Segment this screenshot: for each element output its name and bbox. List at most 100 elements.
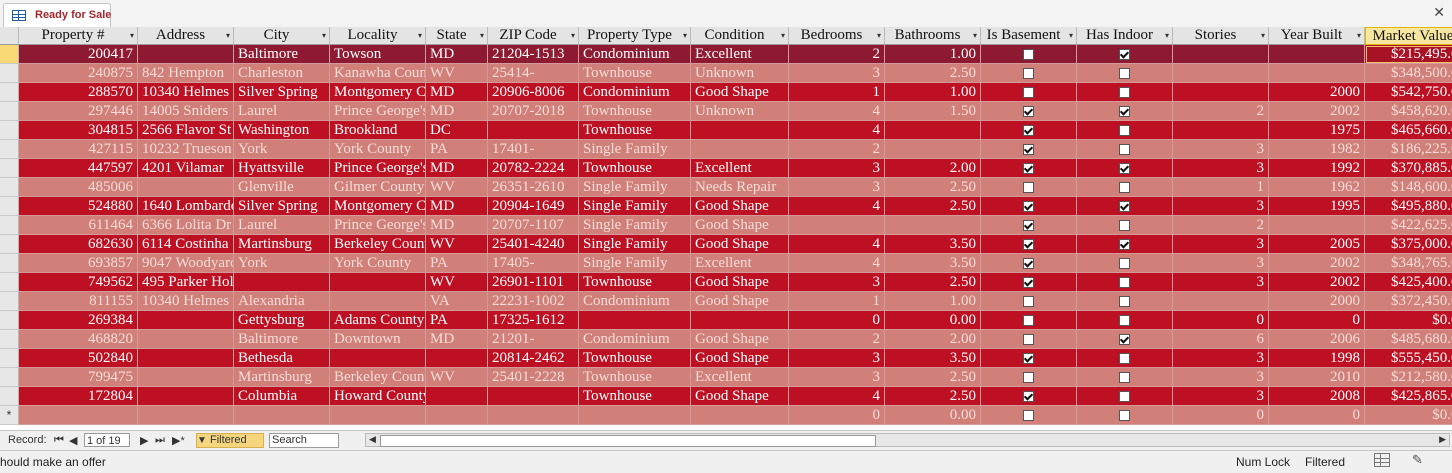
column-header-locality[interactable]: Locality ▾: [330, 27, 426, 45]
cell-property-type[interactable]: Condominium: [579, 292, 691, 311]
cell-has-indoor[interactable]: [1077, 216, 1173, 235]
cell-property[interactable]: 468820: [19, 330, 138, 349]
cell-property-type[interactable]: Single Family: [579, 254, 691, 273]
cell-has-indoor[interactable]: [1077, 45, 1173, 64]
cell-locality[interactable]: Berkeley County: [330, 235, 426, 254]
dropdown-arrow-icon[interactable]: ▾: [877, 27, 881, 44]
column-header-has-indoor[interactable]: Has Indoor ▾: [1077, 27, 1173, 45]
cell-zip-code[interactable]: 26901-1101: [488, 273, 579, 292]
cell-state[interactable]: MD: [426, 216, 488, 235]
cell-state[interactable]: PA: [426, 311, 488, 330]
column-header-property[interactable]: Property # ▾: [19, 27, 138, 45]
checkbox-checked[interactable]: [1023, 258, 1034, 269]
cell-property[interactable]: 749562: [19, 273, 138, 292]
checkbox-unchecked[interactable]: [1023, 334, 1034, 345]
cell-locality[interactable]: Prince George's: [330, 216, 426, 235]
cell-condition[interactable]: Excellent: [691, 254, 789, 273]
dropdown-arrow-icon[interactable]: ▾: [1357, 27, 1361, 44]
cell-has-indoor[interactable]: [1077, 140, 1173, 159]
checkbox-unchecked[interactable]: [1119, 391, 1130, 402]
checkbox-unchecked[interactable]: [1023, 87, 1034, 98]
cell-zip-code[interactable]: 20707-2018: [488, 102, 579, 121]
cell-condition[interactable]: Good Shape: [691, 197, 789, 216]
cell-has-indoor[interactable]: [1077, 387, 1173, 406]
cell-state[interactable]: MD: [426, 102, 488, 121]
cell-city[interactable]: Glenville: [234, 178, 330, 197]
cell-bedrooms[interactable]: 3: [789, 368, 885, 387]
close-icon[interactable]: ✕: [1433, 4, 1445, 21]
cell-property-type[interactable]: Townhouse: [579, 387, 691, 406]
checkbox-unchecked[interactable]: [1119, 410, 1130, 421]
cell-has-indoor[interactable]: [1077, 64, 1173, 83]
cell-address[interactable]: 14005 Sniders: [138, 102, 234, 121]
cell-bathrooms[interactable]: 3.50: [885, 349, 981, 368]
cell-stories[interactable]: 2: [1173, 216, 1269, 235]
cell-year-built[interactable]: 2000: [1269, 83, 1365, 102]
datasheet-view-icon[interactable]: [1374, 453, 1390, 467]
record-selector[interactable]: [0, 349, 19, 368]
cell-condition[interactable]: Unknown: [691, 102, 789, 121]
cell-property-type[interactable]: Single Family: [579, 197, 691, 216]
cell-stories[interactable]: 6: [1173, 330, 1269, 349]
cell-zip-code[interactable]: 26351-2610: [488, 178, 579, 197]
cell-address[interactable]: [138, 45, 234, 64]
cell-city[interactable]: [234, 406, 330, 425]
cell-locality[interactable]: Brookland: [330, 121, 426, 140]
cell-city[interactable]: Silver Spring: [234, 83, 330, 102]
cell-stories[interactable]: [1173, 292, 1269, 311]
checkbox-checked[interactable]: [1119, 239, 1130, 250]
cell-state[interactable]: [426, 349, 488, 368]
cell-has-indoor[interactable]: [1077, 349, 1173, 368]
cell-stories[interactable]: 3: [1173, 197, 1269, 216]
cell-condition[interactable]: [691, 140, 789, 159]
next-record-icon[interactable]: ▶: [140, 434, 148, 447]
cell-locality[interactable]: York County: [330, 140, 426, 159]
cell-is-basement[interactable]: [981, 102, 1077, 121]
checkbox-checked[interactable]: [1023, 277, 1034, 288]
cell-condition[interactable]: Needs Repair: [691, 178, 789, 197]
cell-bathrooms[interactable]: [885, 121, 981, 140]
cell-has-indoor[interactable]: [1077, 178, 1173, 197]
column-header-market-value[interactable]: Market Value▼: [1365, 27, 1452, 45]
cell-bathrooms[interactable]: 2.00: [885, 159, 981, 178]
cell-bathrooms[interactable]: 2.00: [885, 330, 981, 349]
last-record-icon[interactable]: ⏭: [155, 434, 165, 447]
cell-stories[interactable]: 3: [1173, 387, 1269, 406]
cell-market-value[interactable]: $458,620.00: [1365, 102, 1452, 121]
cell-year-built[interactable]: 0: [1269, 311, 1365, 330]
record-selector[interactable]: [0, 83, 19, 102]
cell-condition[interactable]: Excellent: [691, 159, 789, 178]
cell-zip-code[interactable]: 22231-1002: [488, 292, 579, 311]
cell-year-built[interactable]: 2005: [1269, 235, 1365, 254]
column-header-year-built[interactable]: Year Built ▾: [1269, 27, 1365, 45]
cell-property[interactable]: 693857: [19, 254, 138, 273]
cell-is-basement[interactable]: [981, 387, 1077, 406]
cell-state[interactable]: MD: [426, 330, 488, 349]
cell-stories[interactable]: 3: [1173, 159, 1269, 178]
cell-stories[interactable]: 2: [1173, 102, 1269, 121]
cell-condition[interactable]: [691, 311, 789, 330]
cell-property-type[interactable]: Condominium: [579, 83, 691, 102]
cell-bedrooms[interactable]: 4: [789, 121, 885, 140]
cell-is-basement[interactable]: [981, 254, 1077, 273]
record-selector[interactable]: [0, 254, 19, 273]
cell-market-value[interactable]: $0.00: [1365, 406, 1452, 425]
cell-bathrooms[interactable]: 1.50: [885, 102, 981, 121]
cell-bathrooms[interactable]: 0.00: [885, 311, 981, 330]
cell-address[interactable]: [138, 178, 234, 197]
record-selector[interactable]: [0, 197, 19, 216]
cell-property[interactable]: 524880: [19, 197, 138, 216]
checkbox-checked[interactable]: [1023, 220, 1034, 231]
cell-property[interactable]: 611464: [19, 216, 138, 235]
cell-address[interactable]: [138, 330, 234, 349]
dropdown-arrow-icon[interactable]: ▾: [571, 27, 575, 44]
cell-market-value[interactable]: $348,500.00: [1365, 64, 1452, 83]
cell-state[interactable]: DC: [426, 121, 488, 140]
cell-locality[interactable]: Gilmer County: [330, 178, 426, 197]
cell-has-indoor[interactable]: [1077, 311, 1173, 330]
cell-property-type[interactable]: Townhouse: [579, 159, 691, 178]
cell-property[interactable]: 502840: [19, 349, 138, 368]
cell-state[interactable]: MD: [426, 197, 488, 216]
cell-stories[interactable]: 3: [1173, 140, 1269, 159]
cell-bedrooms[interactable]: 3: [789, 349, 885, 368]
